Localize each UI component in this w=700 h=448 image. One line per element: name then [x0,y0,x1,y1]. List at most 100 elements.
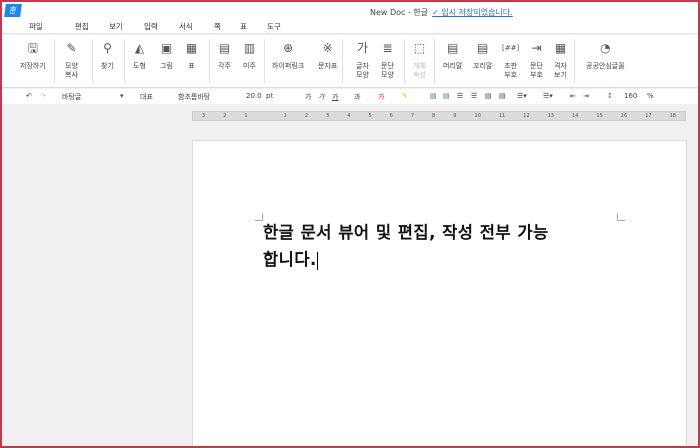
picture-icon: ▣ [160,41,173,55]
autosave-status[interactable]: ✓ 임시 저장되었습니다. [432,8,513,17]
ribbon-button-save[interactable]: 🖫 저장하기 [20,41,46,71]
menu-tools[interactable]: 도구 [267,21,281,32]
char-shape-icon: 가 [356,41,369,55]
doc-title: New Doc - 한글 [370,8,429,17]
divider [54,39,55,83]
line-spacing-unit[interactable]: % [647,92,654,100]
para-mark-icon: ⇥ [531,41,542,55]
ribbon-toolbar: 🖫 저장하기 ✎ 모양 복사 ⚲ 찾기 ◭ 도형 ▣ 그림 ▦ 표 ▤ 각주 ▥ 미주 ⊕ 하이퍼링크 ※ 문자표 가 글… [2,35,698,88]
align-justify-icon[interactable]: ▤ [430,92,437,100]
ruler-tick-label: 6 [389,113,393,119]
ribbon-button-para-shape[interactable]: ≣ 문단 모양 [380,41,395,80]
align-center-icon[interactable]: ☰ [457,92,463,100]
ribbon-label: 표 [188,62,195,70]
lang-select[interactable]: 대표 [140,92,153,102]
font-color-icon[interactable]: 가 [378,92,384,102]
menu-view[interactable]: 보기 [109,21,123,32]
ribbon-label: 도형 [133,62,146,70]
menu-insert[interactable]: 입력 [144,21,158,32]
bullet-list-icon[interactable]: ☰▾ [517,92,527,100]
ribbon-label: 머리말 [443,62,463,70]
redo-icon[interactable]: ↷ [40,92,46,100]
horizontal-ruler[interactable]: 3 2 1 1 2 3 4 5 6 7 8 9 10 11 12 13 14 15 16 17 18 [192,111,686,121]
ribbon-button-table[interactable]: ▦ 표 [184,41,199,71]
ruler-tick-label: 7 [410,113,415,119]
ruler-tick-label: 10 [474,113,481,119]
menu-edit[interactable]: 편집 [75,21,89,32]
highlight-icon[interactable]: ✎ [402,92,408,100]
align-left-icon[interactable]: ▤ [443,92,450,100]
line-spacing-input[interactable]: 160 [624,92,637,100]
ribbon-button-shape[interactable]: ◭ 도형 [132,41,147,71]
ruler-tick-label: 1 [283,113,287,119]
app-window: 훈 New Doc - 한글 ✓ 임시 저장되었습니다. 파일 편집 보기 입력 … [0,0,700,448]
ribbon-label: 하이퍼링크 [272,62,305,70]
ribbon-label: 미주 [243,62,256,70]
line-spacing-icon[interactable]: ↕ [607,92,613,100]
menu-page[interactable]: 쪽 [214,21,221,32]
ribbon-button-para-mark[interactable]: ⇥ 문단 부호 [529,41,544,80]
italic-button[interactable]: 가 [318,92,324,102]
document-page[interactable]: 한글 문서 뷰어 및 편집, 작성 전부 가능합니다. [192,140,687,446]
ribbon-button-endnote[interactable]: ▥ 미주 [242,41,257,71]
title-bar: 훈 New Doc - 한글 ✓ 임시 저장되었습니다. 파일 편집 보기 입력 … [2,2,698,34]
chevron-down-icon[interactable]: ▾ [120,92,124,100]
ruler-tick-label: 1 [244,113,248,119]
footer-icon: ▤ [476,41,489,55]
document-text: 한글 문서 뷰어 및 편집, 작성 전부 가능합니다. [263,223,549,269]
ribbon-button-header[interactable]: ▤ 머리말 [443,41,462,71]
divider [209,39,210,83]
ribbon-button-grid[interactable]: ▦ 격자 보기 [553,41,568,80]
divider [342,39,343,83]
underline-button[interactable]: 가 [332,92,338,102]
divider [404,39,405,83]
ruler-tick-label: 17 [645,113,652,119]
margin-corner [617,213,625,221]
menu-file[interactable]: 파일 [29,21,43,32]
align-right-icon[interactable]: ☰ [471,92,477,100]
ribbon-button-object-props[interactable]: ⬚ 개체 속성 [412,41,427,80]
footnote-icon: ▤ [218,41,231,55]
ruler-tick-label: 11 [498,113,506,119]
style-select[interactable]: 바탕글 [62,92,81,102]
ribbon-button-safe-font[interactable]: ◔ 공공안심글꼴 [586,41,625,71]
align-distribute-icon[interactable]: ▤ [485,92,492,100]
bold-button[interactable]: 가 [305,92,311,102]
ribbon-button-binoculars[interactable]: ⚲ 찾기 [100,41,115,71]
symbol-icon: ※ [322,41,333,55]
ribbon-label: 각주 [218,62,231,70]
ribbon-button-hyperlink[interactable]: ⊕ 하이퍼링크 [272,41,304,71]
safe-font-icon: ◔ [600,41,611,55]
ruler-tick-label: 14 [572,113,579,119]
ribbon-label: 문단 모양 [381,62,394,79]
ribbon-button-footer[interactable]: ▤ 꼬리말 [473,41,492,71]
divider [264,39,265,83]
ribbon-button-char-shape[interactable]: 가 글자 모양 [355,41,370,80]
ribbon-button-footnote[interactable]: ▤ 각주 [217,41,232,71]
indent-increase-icon[interactable]: ⇥ [583,92,589,100]
font-size-input[interactable]: 20.0 [246,92,262,100]
menu-table[interactable]: 표 [240,21,247,32]
ruler-tick-label: 12 [523,113,530,119]
ribbon-label: 개체 속성 [413,62,426,79]
undo-icon[interactable]: ↶ [26,92,32,100]
ribbon-label: 찾기 [101,62,114,70]
menu-format[interactable]: 서식 [179,21,193,32]
indent-decrease-icon[interactable]: ⇤ [570,92,576,100]
text-caret [316,251,318,270]
ruler-tick-label: 16 [620,113,628,119]
font-select[interactable]: 함초롬바탕 [178,92,210,102]
table-icon: ▦ [185,41,198,55]
ribbon-button-format-copy[interactable]: ✎ 모양 복사 [64,41,79,80]
strike-button[interactable]: 과 [354,92,360,102]
ribbon-button-markup[interactable]: [##] 조판 부호 [502,41,519,80]
margin-corner [255,213,263,221]
numbered-list-icon[interactable]: ☰▾ [543,92,553,100]
ribbon-button-symbol[interactable]: ※ 문자표 [318,41,337,71]
app-logo-icon: 훈 [4,4,22,17]
ribbon-button-picture[interactable]: ▣ 그림 [159,41,174,71]
divider [124,39,125,83]
ribbon-label: 꼬리말 [473,62,493,70]
align-split-icon[interactable]: ▤ [499,92,506,100]
document-body[interactable]: 한글 문서 뷰어 및 편집, 작성 전부 가능합니다. [263,219,563,273]
